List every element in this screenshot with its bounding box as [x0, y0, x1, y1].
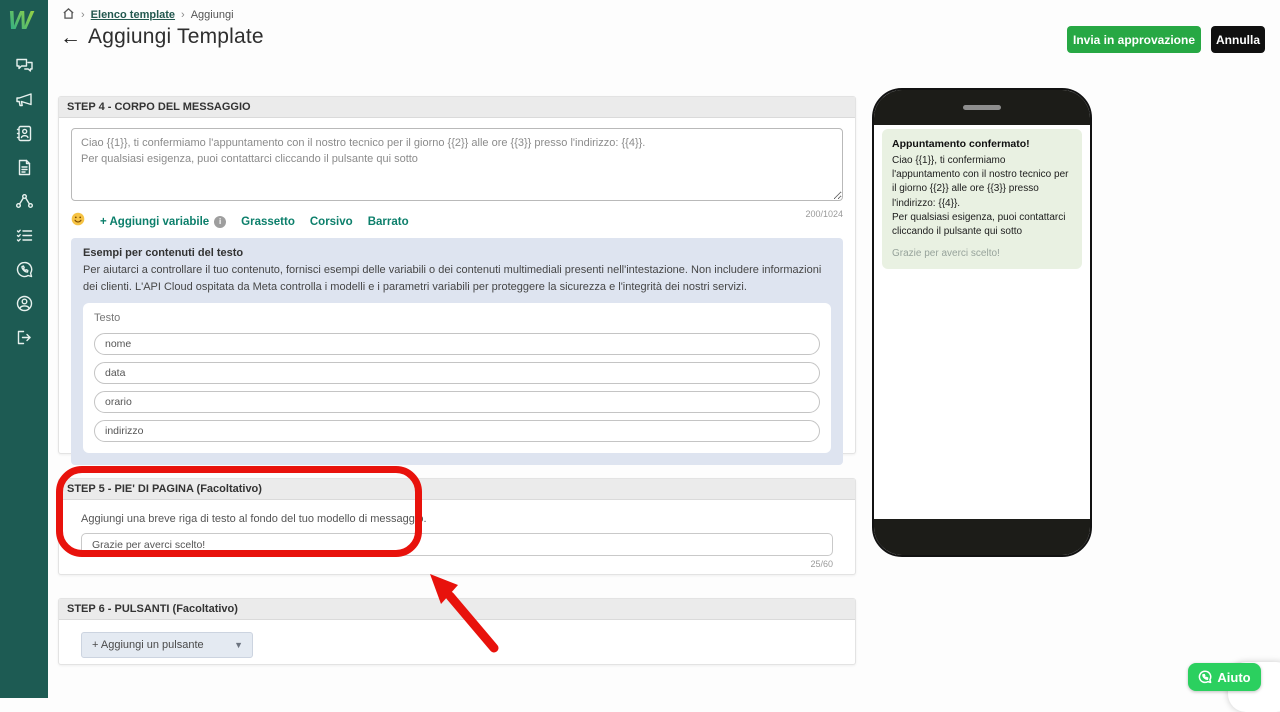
phone-speaker [963, 105, 1001, 110]
sidebar: W [0, 0, 48, 698]
add-button-dropdown-label: + Aggiungi un pulsante [92, 639, 204, 651]
variable-example-input-2[interactable] [94, 362, 820, 384]
bold-button[interactable]: Grassetto [241, 216, 295, 228]
page-title: Aggiungi Template [88, 25, 264, 49]
examples-title: Esempi per contenuti del testo [83, 247, 831, 259]
help-button-label: Aiuto [1217, 670, 1250, 685]
contacts-icon[interactable] [15, 124, 34, 143]
phone-preview: Appuntamento confermato! Ciao {{1}}, ti … [872, 88, 1092, 557]
variable-example-input-3[interactable] [94, 391, 820, 413]
home-icon[interactable] [62, 7, 75, 23]
account-icon[interactable] [15, 294, 34, 313]
preview-body-text: Ciao {{1}}, ti confermiamo l'appuntament… [892, 154, 1072, 239]
examples-inner-card: Testo [83, 303, 831, 453]
cancel-button[interactable]: Annulla [1211, 26, 1265, 53]
examples-text-label: Testo [94, 312, 820, 324]
phone-top-bezel [874, 90, 1090, 125]
flow-icon[interactable] [15, 192, 34, 211]
step6-header: STEP 6 - PULSANTI (Facoltativo) [59, 599, 855, 620]
preview-header-text: Appuntamento confermato! [892, 138, 1072, 150]
logout-icon[interactable] [15, 328, 34, 347]
examples-panel: Esempi per contenuti del testo Per aiuta… [71, 238, 843, 465]
breadcrumb-separator: › [81, 9, 85, 21]
info-icon[interactable]: i [214, 216, 226, 228]
whatsapp-icon [1198, 670, 1212, 684]
footer-char-counter: 25/60 [81, 559, 833, 569]
breadcrumb: › Elenco template › Aggiungi [62, 7, 234, 23]
chevron-down-icon: ▼ [234, 640, 243, 650]
svg-text:W: W [8, 5, 35, 35]
add-button-dropdown[interactable]: + Aggiungi un pulsante ▼ [81, 632, 253, 658]
message-preview-bubble: Appuntamento confermato! Ciao {{1}}, ti … [882, 129, 1082, 269]
help-button[interactable]: Aiuto [1188, 663, 1261, 691]
step5-card: STEP 5 - PIE' DI PAGINA (Facoltativo) Ag… [58, 478, 856, 575]
message-body-textarea[interactable]: Ciao {{1}}, ti confermiamo l'appuntament… [71, 128, 843, 201]
step4-card: STEP 4 - CORPO DEL MESSAGGIO Ciao {{1}},… [58, 96, 856, 454]
variable-example-input-4[interactable] [94, 420, 820, 442]
back-arrow-icon[interactable]: ← [60, 27, 81, 48]
megaphone-icon[interactable] [15, 90, 34, 109]
strikethrough-button[interactable]: Barrato [368, 216, 409, 228]
breadcrumb-current: Aggiungi [191, 9, 234, 21]
breadcrumb-separator: › [181, 9, 185, 21]
italic-button[interactable]: Corsivo [310, 216, 353, 228]
step5-header: STEP 5 - PIE' DI PAGINA (Facoltativo) [59, 479, 855, 500]
chat-icon[interactable] [15, 56, 34, 75]
examples-description: Per aiutarci a controllare il tuo conten… [83, 262, 831, 295]
step5-description: Aggiungi una breve riga di testo al fond… [81, 513, 833, 525]
template-icon[interactable] [15, 158, 34, 177]
footer-text-input[interactable] [81, 533, 833, 556]
body-toolbar: + Aggiungi variabile i Grassetto Corsivo… [71, 212, 409, 231]
step6-card: STEP 6 - PULSANTI (Facoltativo) + Aggiun… [58, 598, 856, 665]
variable-example-input-1[interactable] [94, 333, 820, 355]
checklist-icon[interactable] [15, 226, 34, 245]
step4-header: STEP 4 - CORPO DEL MESSAGGIO [59, 97, 855, 118]
breadcrumb-link-elenco-template[interactable]: Elenco template [91, 9, 175, 21]
whatsapp-icon[interactable] [15, 260, 34, 279]
phone-bottom-bezel [874, 519, 1090, 555]
add-variable-button[interactable]: + Aggiungi variabile [100, 216, 209, 228]
app-logo[interactable]: W [6, 4, 42, 41]
emoji-icon[interactable] [71, 212, 85, 231]
body-char-counter: 200/1024 [805, 209, 843, 219]
preview-footer-text: Grazie per averci scelto! [892, 248, 1072, 259]
submit-approval-button[interactable]: Invia in approvazione [1067, 26, 1201, 53]
